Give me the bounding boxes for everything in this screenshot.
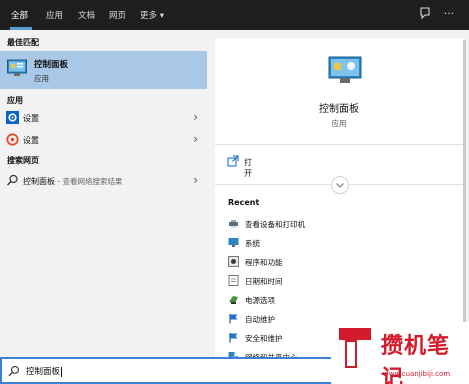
settings-app-icon xyxy=(6,133,19,146)
tab-more-label: 更多 xyxy=(140,11,158,21)
app-result-settings[interactable]: 设置 › xyxy=(0,108,207,128)
preview-pane: 控制面板 应用 打开 Recent 查看设备和打印机 系统 程序和功能 日期和时… xyxy=(209,30,469,363)
control-panel-icon xyxy=(328,56,362,83)
tab-web[interactable]: 网页 xyxy=(109,9,126,21)
preview-title: 控制面板 xyxy=(319,104,359,115)
recent-item[interactable]: 系统 xyxy=(228,235,428,253)
search-input-value: 控制面板 xyxy=(26,367,61,377)
recent-item[interactable]: 电源选项 xyxy=(228,292,428,310)
web-search-query: 控制面板 xyxy=(23,177,55,186)
recent-heading: Recent xyxy=(228,198,260,207)
tab-all[interactable]: 全部 xyxy=(11,9,28,21)
recent-item[interactable]: 查看设备和打印机 xyxy=(228,216,428,234)
recent-item-label: 日期和时间 xyxy=(245,277,283,286)
settings-gear-icon xyxy=(6,111,19,124)
results-pane: 最佳匹配 控制面板 应用 应用 设置 › 设置 › 搜索网页 控制面板 - 查看… xyxy=(0,30,209,357)
recent-item-label: 电源选项 xyxy=(245,296,275,305)
watermark-url: www.cuanjibiji.com xyxy=(383,370,451,378)
system-icon xyxy=(228,238,239,247)
recent-item-label: 查看设备和打印机 xyxy=(245,220,305,229)
apps-heading: 应用 xyxy=(7,96,23,105)
chevron-right-icon[interactable]: › xyxy=(193,132,198,146)
chevron-down-icon: ▾ xyxy=(159,11,164,21)
app-result-label: 设置 xyxy=(23,114,39,123)
tab-documents[interactable]: 文档 xyxy=(78,9,95,21)
recent-item-label: 系统 xyxy=(245,239,260,248)
open-label: 打开 xyxy=(244,158,252,178)
devices-printers-icon xyxy=(229,220,238,228)
control-panel-icon xyxy=(7,59,27,76)
chevron-down-icon xyxy=(336,183,344,188)
power-options-icon xyxy=(229,296,238,304)
search-icon xyxy=(8,365,19,377)
web-search-text: 控制面板 - 查看网络搜索结果 xyxy=(23,176,122,187)
open-icon xyxy=(227,155,239,167)
divider xyxy=(215,144,463,145)
watermark-logo-icon xyxy=(339,328,371,368)
best-match-item[interactable]: 控制面板 应用 xyxy=(0,51,207,89)
preview-subtitle: 应用 xyxy=(331,119,347,128)
recent-item-label: 程序和功能 xyxy=(245,258,283,267)
chevron-right-icon[interactable]: › xyxy=(193,110,198,124)
best-match-heading: 最佳匹配 xyxy=(7,38,39,47)
best-match-subtitle: 应用 xyxy=(34,74,49,83)
text-caret xyxy=(61,366,63,377)
web-search-heading: 搜索网页 xyxy=(7,156,39,165)
preview-card: 控制面板 应用 打开 Recent 查看设备和打印机 系统 程序和功能 日期和时… xyxy=(215,38,463,363)
search-input[interactable]: 控制面板 xyxy=(26,365,63,377)
watermark: 攒机笔记 www.cuanjibiji.com xyxy=(331,322,469,384)
feedback-icon[interactable] xyxy=(417,6,433,22)
web-search-result[interactable]: 控制面板 - 查看网络搜索结果 › xyxy=(0,171,207,191)
tab-apps[interactable]: 应用 xyxy=(46,9,63,21)
app-result-settings[interactable]: 设置 › xyxy=(0,130,207,150)
search-icon xyxy=(7,174,18,186)
recent-item[interactable]: 日期和时间 xyxy=(228,273,428,291)
tab-more[interactable]: 更多 ▾ xyxy=(140,9,164,21)
recent-item-label: 安全和维护 xyxy=(245,334,283,343)
search-top-bar: 全部 应用 文档 网页 更多 ▾ ··· xyxy=(0,0,469,30)
recent-item-label: 自动维护 xyxy=(245,315,275,324)
best-match-title: 控制面板 xyxy=(34,60,69,70)
date-time-icon xyxy=(228,275,239,286)
flag-icon xyxy=(229,314,238,324)
chevron-right-icon[interactable]: › xyxy=(193,173,198,187)
web-search-hint: - 查看网络搜索结果 xyxy=(55,177,123,186)
recent-item[interactable]: 程序和功能 xyxy=(228,254,428,272)
scrollbar[interactable] xyxy=(463,40,466,330)
flag-icon xyxy=(229,333,238,343)
app-result-label: 设置 xyxy=(23,136,39,145)
programs-features-icon xyxy=(228,256,239,267)
expand-button[interactable] xyxy=(331,176,349,194)
more-icon[interactable]: ··· xyxy=(441,6,457,22)
